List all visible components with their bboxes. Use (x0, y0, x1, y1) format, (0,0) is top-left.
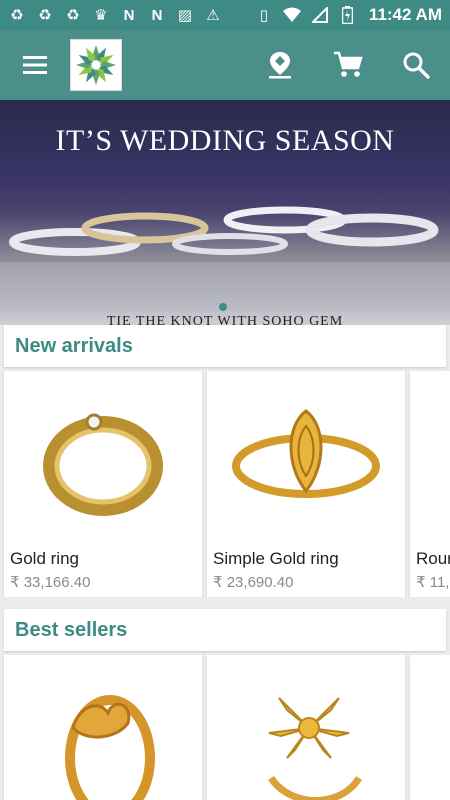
product-card[interactable] (4, 655, 202, 800)
product-image (410, 655, 450, 800)
product-image (4, 371, 202, 541)
app-bar (0, 30, 450, 100)
product-image (4, 655, 202, 800)
cart-icon (334, 51, 363, 77)
signal-icon (311, 6, 329, 24)
status-bar: ♻ ♻ ♻ ♛ N N ▨ ⚠ ▯ 11:42 AM (0, 0, 450, 30)
n-icon: N (123, 6, 135, 24)
system-icons: ▯ 11:42 AM (255, 5, 442, 25)
store-locator-icon (269, 52, 291, 79)
cart-button[interactable] (314, 30, 382, 100)
product-name: Gold ring (10, 549, 79, 568)
product-card[interactable] (410, 655, 450, 800)
image-icon: ▨ (177, 7, 193, 24)
new-arrivals-header: New arrivals (4, 325, 446, 367)
menu-button[interactable] (0, 30, 70, 100)
gold-ring-image (65, 694, 155, 800)
product-image (410, 371, 450, 541)
n-icon: N (151, 6, 163, 24)
search-button[interactable] (382, 30, 450, 100)
carousel-indicator[interactable] (219, 303, 227, 311)
status-time: 11:42 AM (368, 5, 442, 24)
wifi-icon (282, 6, 301, 24)
store-locator-button[interactable] (246, 30, 314, 100)
flower-logo-icon (76, 45, 116, 85)
best-sellers-header: Best sellers (4, 609, 446, 651)
best-sellers-list (0, 655, 450, 800)
product-card[interactable]: Rour ₹ 11,3 (410, 371, 450, 597)
wedding-rings-image (0, 206, 450, 310)
warning-icon: ⚠ (206, 7, 220, 24)
recycle-icon: ♻ (10, 7, 24, 24)
product-name: Simple Gold ring (213, 549, 339, 568)
promo-banner[interactable]: IT’S WEDDING SEASON TIE THE KNOT WITH SO… (0, 100, 450, 325)
section-title: Best sellers (15, 618, 128, 641)
banner-title: IT’S WEDDING SEASON (55, 124, 395, 157)
app-bar-actions (246, 30, 450, 100)
vibrate-icon: ▯ (259, 7, 269, 24)
product-card[interactable]: Simple Gold ring ₹ 23,690.40 (207, 371, 405, 597)
notification-icons: ♻ ♻ ♻ ♛ N N ▨ ⚠ (8, 6, 222, 25)
hamburger-menu-icon (23, 56, 47, 74)
simple-gold-ring-image (232, 409, 380, 498)
product-card[interactable]: Gold ring ₹ 33,166.40 (4, 371, 202, 597)
section-title: New arrivals (15, 334, 133, 357)
product-price: ₹ 33,166.40 (10, 574, 91, 591)
gold-ring-image (43, 413, 163, 516)
flower-gold-ring-image (268, 696, 362, 800)
app-icon: ♛ (94, 7, 108, 24)
search-icon (403, 52, 430, 79)
product-image (207, 655, 405, 800)
product-image (207, 371, 405, 541)
recycle-icon: ♻ (38, 7, 52, 24)
product-price: ₹ 23,690.40 (213, 574, 294, 591)
soho-gem-logo[interactable] (70, 39, 122, 91)
new-arrivals-list: Gold ring ₹ 33,166.40 Simple Gold ring ₹… (0, 371, 450, 597)
product-price: ₹ 11,3 (416, 574, 450, 591)
product-card[interactable] (207, 655, 405, 800)
banner-subtitle: TIE THE KNOT WITH SOHO GEM (106, 314, 344, 325)
battery-icon (339, 6, 357, 24)
recycle-icon: ♻ (66, 7, 80, 24)
product-name: Rour (416, 549, 450, 568)
